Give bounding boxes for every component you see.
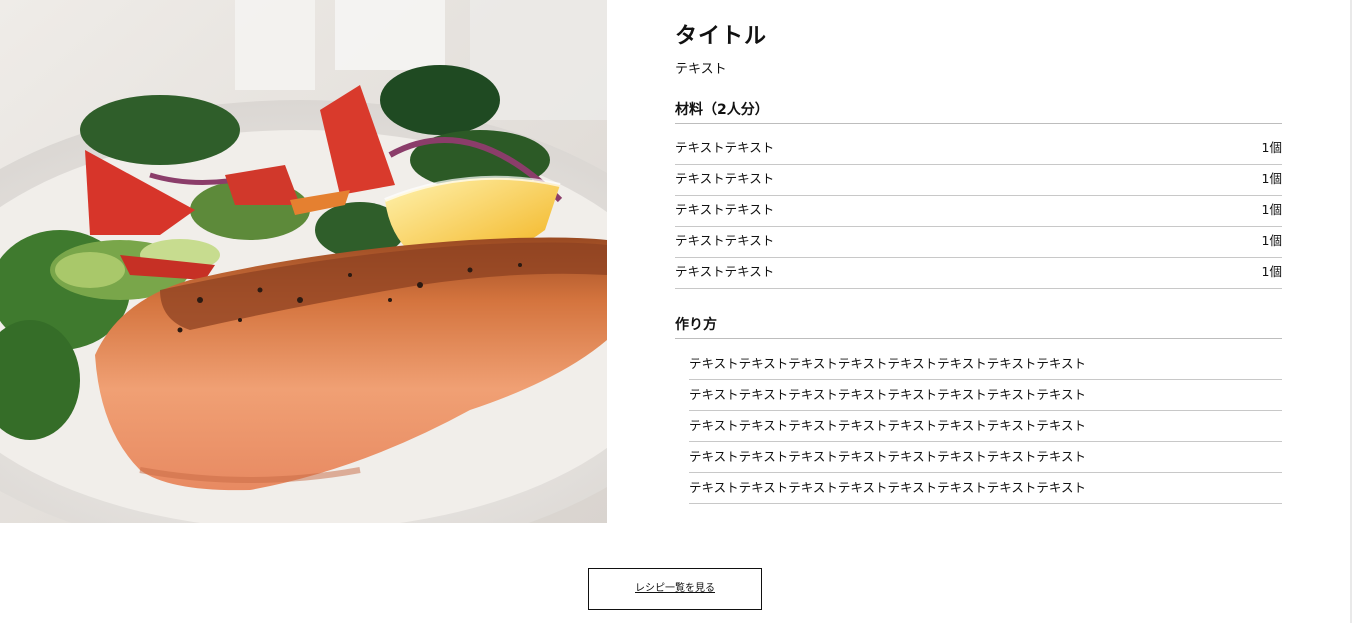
- ingredient-name: テキストテキスト: [675, 264, 775, 279]
- step-item: テキストテキストテキストテキストテキストテキストテキストテキスト: [689, 473, 1282, 504]
- step-item: テキストテキストテキストテキストテキストテキストテキストテキスト: [689, 380, 1282, 411]
- ingredients-heading: 材料（2人分）: [675, 100, 1282, 124]
- ingredient-amount: 1個: [1261, 264, 1282, 279]
- ingredient-name: テキストテキスト: [675, 233, 775, 248]
- step-item: テキストテキストテキストテキストテキストテキストテキストテキスト: [689, 349, 1282, 380]
- ingredient-amount: 1個: [1261, 202, 1282, 217]
- ingredient-amount: 1個: [1261, 233, 1282, 248]
- ingredient-row: テキストテキスト 1個: [675, 258, 1282, 289]
- salmon-salad-illustration: [0, 0, 607, 523]
- recipe-list-button[interactable]: レシピ一覧を見る: [588, 568, 762, 610]
- ingredient-row: テキストテキスト 1個: [675, 165, 1282, 196]
- ingredient-name: テキストテキスト: [675, 171, 775, 186]
- recipe-title: タイトル: [675, 24, 768, 49]
- steps-heading: 作り方: [675, 315, 1282, 339]
- recipe-description: テキスト: [675, 62, 727, 77]
- recipe-page: タイトル テキスト 材料（2人分） テキストテキスト 1個 テキストテキスト 1…: [0, 0, 1352, 623]
- ingredient-row: テキストテキスト 1個: [675, 227, 1282, 258]
- step-item: テキストテキストテキストテキストテキストテキストテキストテキスト: [689, 411, 1282, 442]
- ingredient-amount: 1個: [1261, 171, 1282, 186]
- ingredients-list: テキストテキスト 1個 テキストテキスト 1個 テキストテキスト 1個 テキスト…: [675, 134, 1282, 289]
- ingredient-row: テキストテキスト 1個: [675, 134, 1282, 165]
- ingredient-name: テキストテキスト: [675, 202, 775, 217]
- steps-list: テキストテキストテキストテキストテキストテキストテキストテキスト テキストテキス…: [689, 349, 1282, 504]
- ingredient-row: テキストテキスト 1個: [675, 196, 1282, 227]
- recipe-detail: タイトル テキスト 材料（2人分） テキストテキスト 1個 テキストテキスト 1…: [675, 22, 1282, 504]
- step-item: テキストテキストテキストテキストテキストテキストテキストテキスト: [689, 442, 1282, 473]
- ingredient-amount: 1個: [1261, 140, 1282, 155]
- ingredient-name: テキストテキスト: [675, 140, 775, 155]
- recipe-photo: [0, 0, 607, 523]
